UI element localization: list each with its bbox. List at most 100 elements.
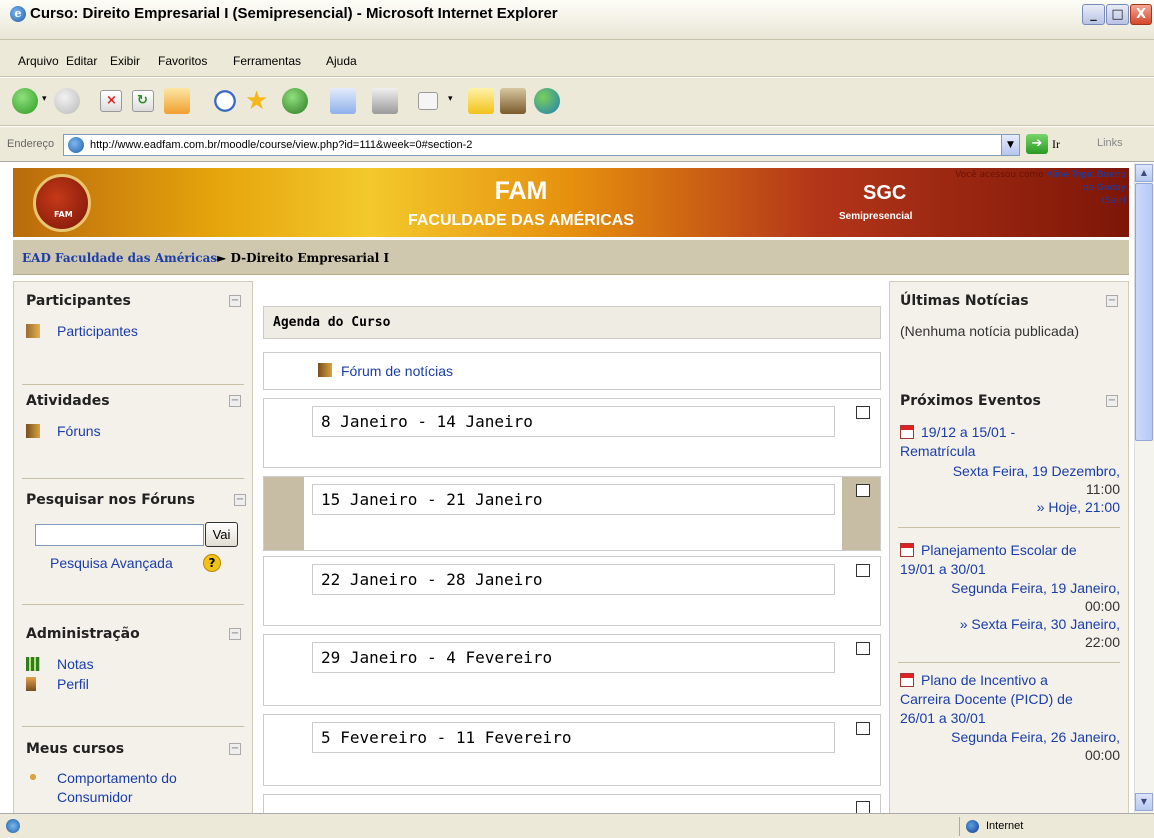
minimize-button[interactable]: _	[1082, 4, 1105, 25]
course-link[interactable]: Comportamento do Consumidor	[57, 769, 227, 807]
zone-label: Internet	[986, 820, 1024, 832]
back-icon[interactable]	[12, 88, 38, 114]
history-icon[interactable]	[282, 88, 308, 114]
search-go-button[interactable]: Vai	[205, 522, 238, 547]
collapse-icon[interactable]: −	[1106, 395, 1118, 407]
week-toggle-checkbox[interactable]	[856, 484, 870, 497]
stop-icon[interactable]: ×	[100, 90, 122, 112]
address-input[interactable]: http://www.eadfam.com.br/moodle/course/v…	[63, 134, 1020, 156]
week-section: 5 Fevereiro - 11 Fevereiro	[263, 714, 881, 786]
block-administracao-title: Administração	[26, 626, 140, 642]
go-arrow-icon[interactable]: ➔	[1026, 134, 1048, 154]
back-dropdown-icon[interactable]: ▾	[42, 94, 47, 104]
perfil-link[interactable]: Perfil	[57, 676, 89, 692]
help-icon[interactable]: ?	[203, 554, 221, 572]
breadcrumb-separator: ►	[217, 251, 227, 265]
week-toggle-checkbox[interactable]	[856, 801, 870, 813]
breadcrumb-home[interactable]: EAD Faculdade das Américas	[22, 251, 217, 265]
login-info: Você acessou como Aline Topic Bueno de G…	[943, 169, 1126, 208]
home-icon[interactable]	[164, 88, 190, 114]
refresh-icon[interactable]: ↻	[132, 90, 154, 112]
links-button[interactable]: Links	[1097, 137, 1123, 149]
course-icon	[26, 770, 40, 784]
event-time: 11:00	[1086, 481, 1120, 497]
folder-icon[interactable]	[468, 88, 494, 114]
event-end-date[interactable]: » Hoje, 21:00	[1037, 499, 1120, 515]
event-date[interactable]: Segunda Feira, 26 Janeiro,	[951, 729, 1120, 745]
event-divider	[898, 527, 1120, 528]
logout-link[interactable]: (Sair)	[1102, 196, 1126, 206]
address-dropdown-icon[interactable]: ▼	[1001, 135, 1019, 155]
window-title-bar[interactable]: e Curso: Direito Empresarial I (Semipres…	[0, 0, 1154, 40]
collapse-icon[interactable]: −	[234, 494, 246, 506]
block-noticias-title: Últimas Notícias	[900, 293, 1029, 309]
mail-icon[interactable]	[330, 88, 356, 114]
close-button[interactable]: X	[1130, 4, 1152, 25]
block-pesquisar-title: Pesquisar nos Fóruns	[26, 492, 196, 508]
address-label: Endereço	[7, 138, 55, 150]
forum-noticias-link[interactable]: Fórum de notícias	[341, 363, 453, 379]
event-title-line[interactable]: Rematrícula	[900, 443, 975, 459]
week-toggle-checkbox[interactable]	[856, 406, 870, 419]
edit-icon[interactable]	[418, 92, 438, 110]
go-button[interactable]: Ir	[1052, 137, 1060, 152]
menu-editar[interactable]: Editar	[66, 54, 97, 68]
collapse-icon[interactable]: −	[229, 295, 241, 307]
event-date[interactable]: Segunda Feira, 19 Janeiro,	[951, 580, 1120, 596]
event-date[interactable]: Sexta Feira, 19 Dezembro,	[953, 463, 1120, 479]
week-section	[263, 794, 881, 813]
event-title-line[interactable]: 19/12 a 15/01 -	[921, 424, 1015, 440]
collapse-icon[interactable]: −	[229, 395, 241, 407]
week-toggle-checkbox[interactable]	[856, 642, 870, 655]
edit-dropdown-icon[interactable]: ▾	[448, 94, 453, 104]
menu-ajuda[interactable]: Ajuda	[326, 54, 357, 68]
event-end-time: 22:00	[1084, 634, 1120, 650]
week-toggle-checkbox[interactable]	[856, 722, 870, 735]
block-meus-cursos-title: Meus cursos	[26, 741, 125, 757]
advanced-search-link[interactable]: Pesquisa Avançada	[50, 555, 173, 571]
user-link[interactable]: Aline Topic Bueno de Godoy	[1047, 170, 1126, 193]
participantes-link[interactable]: Participantes	[57, 323, 138, 339]
event-title-line[interactable]: Plano de Incentivo a	[921, 672, 1048, 688]
collapse-icon[interactable]: −	[1106, 295, 1118, 307]
page-icon	[68, 137, 84, 153]
page-status-icon	[6, 819, 20, 833]
menu-favoritos[interactable]: Favoritos	[158, 54, 207, 68]
week-toggle-checkbox[interactable]	[856, 564, 870, 577]
scroll-thumb[interactable]	[1135, 183, 1153, 441]
grades-icon	[26, 657, 40, 671]
menu-exibir[interactable]: Exibir	[110, 54, 140, 68]
status-bar: Internet	[0, 813, 1154, 838]
forum-icon	[26, 424, 40, 438]
forum-search-input[interactable]	[35, 524, 204, 546]
week-label: 22 Janeiro - 28 Janeiro	[312, 564, 835, 595]
collapse-icon[interactable]: −	[229, 743, 241, 755]
section-forum: Fórum de notícias	[263, 352, 881, 390]
event-title-line[interactable]: 26/01 a 30/01	[900, 710, 986, 726]
search-icon[interactable]	[212, 88, 238, 114]
event-title-line[interactable]: Carreira Docente (PICD) de	[900, 691, 1073, 707]
calendar-icon	[900, 543, 914, 557]
forward-icon[interactable]	[54, 88, 80, 114]
address-bar: Endereço http://www.eadfam.com.br/moodle…	[0, 127, 1154, 162]
favorites-icon[interactable]: ★	[245, 88, 271, 114]
scroll-up-icon[interactable]: ▲	[1135, 164, 1153, 182]
scroll-down-icon[interactable]: ▼	[1135, 793, 1153, 811]
event-title-line[interactable]: Planejamento Escolar de	[921, 542, 1077, 558]
messenger-icon[interactable]	[534, 88, 560, 114]
event-title-line[interactable]: 19/01 a 30/01	[900, 561, 986, 577]
breadcrumb: EAD Faculdade das Américas► D-Direito Em…	[22, 251, 389, 265]
collapse-icon[interactable]: −	[229, 628, 241, 640]
menu-arquivo[interactable]: Arquivo	[18, 54, 59, 68]
window-title: Curso: Direito Empresarial I (Semipresen…	[30, 5, 558, 22]
research-icon[interactable]	[500, 88, 526, 114]
week-section: 8 Janeiro - 14 Janeiro	[263, 398, 881, 468]
event-time: 00:00	[1084, 747, 1120, 763]
maximize-button[interactable]: □	[1106, 4, 1129, 25]
agenda-header: Agenda do Curso	[263, 306, 881, 339]
menu-ferramentas[interactable]: Ferramentas	[233, 54, 301, 68]
print-icon[interactable]	[372, 88, 398, 114]
notas-link[interactable]: Notas	[57, 656, 94, 672]
foruns-link[interactable]: Fóruns	[57, 423, 101, 439]
event-end-date[interactable]: » Sexta Feira, 30 Janeiro,	[960, 616, 1120, 632]
